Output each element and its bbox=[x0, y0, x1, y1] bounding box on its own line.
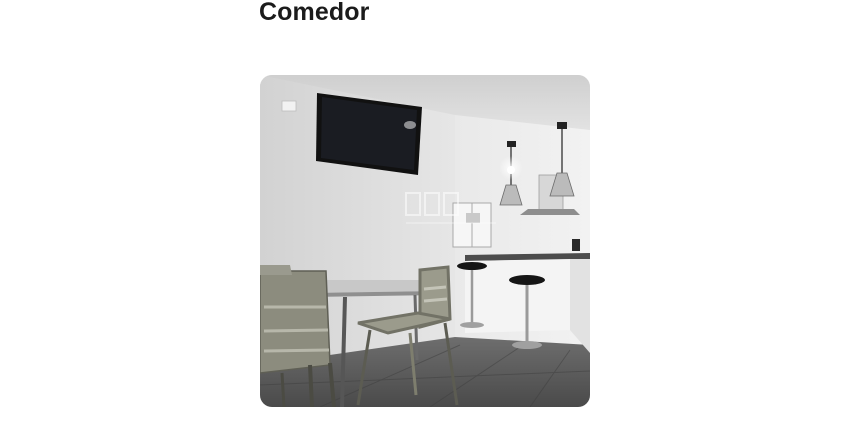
photo-illustration bbox=[260, 75, 590, 407]
section-title: Comedor bbox=[259, 0, 370, 26]
dining-room-photo[interactable] bbox=[260, 75, 590, 407]
listing-section: Comedor bbox=[0, 0, 850, 426]
tv bbox=[316, 93, 422, 175]
